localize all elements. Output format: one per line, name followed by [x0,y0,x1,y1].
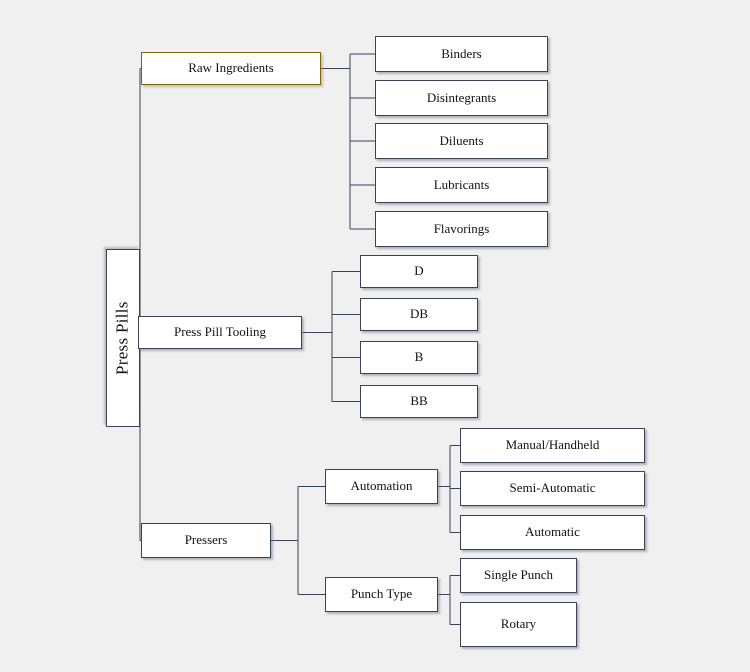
node-label: Manual/Handheld [505,437,600,453]
org-chart-diagram: Press Pills Raw Ingredients Binders Disinte… [0,0,750,672]
node-label: Binders [441,45,482,61]
node-label: Rotary [500,616,537,632]
node-label: B [414,349,424,365]
node-db[interactable]: DB [360,298,478,331]
node-label: Single Punch [484,567,553,583]
node-label: Raw Ingredients [188,60,274,76]
node-label: Automation [350,478,413,494]
node-disintegrants[interactable]: Disintegrants [375,80,548,116]
node-d[interactable]: D [360,255,478,288]
node-flavorings[interactable]: Flavorings [375,211,548,247]
node-label: BB [410,393,428,409]
node-label: Automatic [525,524,580,540]
root-node-press-pills[interactable]: Press Pills [106,249,140,427]
node-label: Semi-Automatic [509,480,596,496]
node-raw-ingredients[interactable]: Raw Ingredients [141,52,321,85]
node-label: Diluents [439,132,484,148]
node-single-punch[interactable]: Single Punch [460,558,577,593]
node-pressers[interactable]: Pressers [141,523,271,558]
node-label: Lubricants [433,176,490,192]
node-b[interactable]: B [360,341,478,374]
node-label: D [414,263,424,279]
node-diluents[interactable]: Diluents [375,123,548,159]
node-binders[interactable]: Binders [375,36,548,72]
node-label: Press Pills [112,301,132,375]
node-label: Disintegrants [426,89,497,105]
node-automation[interactable]: Automation [325,469,438,504]
node-automatic[interactable]: Automatic [460,515,645,550]
node-lubricants[interactable]: Lubricants [375,167,548,203]
node-manual-handheld[interactable]: Manual/Handheld [460,428,645,463]
node-rotary[interactable]: Rotary [460,602,577,647]
node-label: Punch Type [350,586,413,602]
node-press-pill-tooling[interactable]: Press Pill Tooling [138,316,302,349]
node-semi-automatic[interactable]: Semi-Automatic [460,471,645,506]
node-label: Pressers [184,532,228,548]
node-label: DB [409,306,429,322]
node-label: Flavorings [433,220,490,236]
node-label: Press Pill Tooling [173,324,267,340]
node-punch-type[interactable]: Punch Type [325,577,438,612]
node-bb[interactable]: BB [360,385,478,418]
